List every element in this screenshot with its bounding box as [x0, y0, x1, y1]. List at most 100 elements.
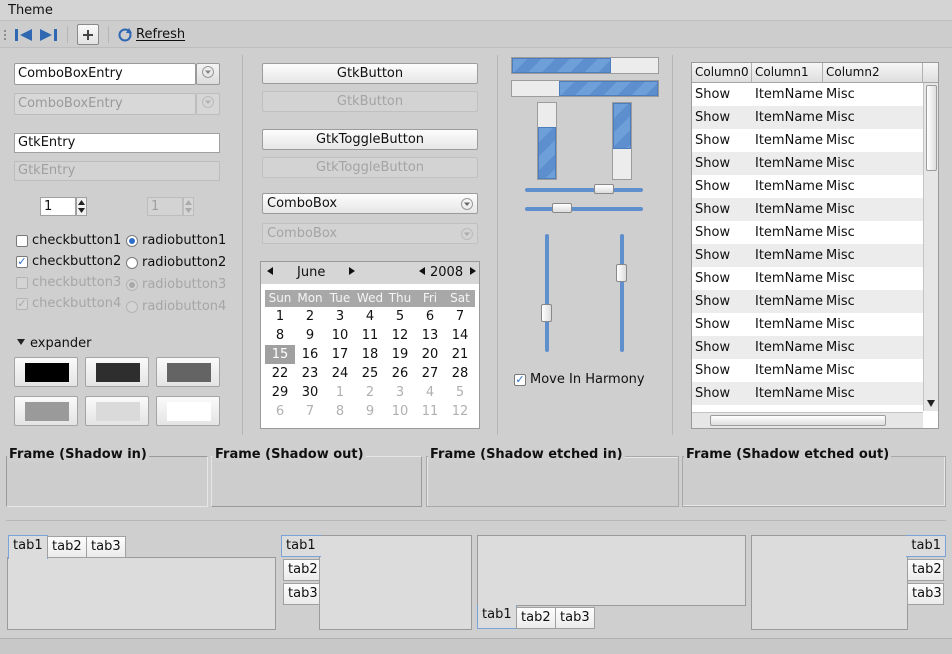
calendar-day[interactable]: 3	[385, 383, 415, 402]
notebook-top-tab2[interactable]: tab2	[47, 536, 87, 558]
calendar-day[interactable]: 12	[445, 402, 475, 421]
move-in-harmony-check[interactable]: ✓ Move In Harmony	[514, 372, 645, 387]
prev-year-icon[interactable]	[417, 265, 427, 281]
calendar-day[interactable]: 20	[415, 345, 445, 364]
calendar-day[interactable]: 12	[385, 326, 415, 345]
color-swatch-white[interactable]	[156, 396, 220, 426]
color-swatch-black[interactable]	[14, 357, 78, 387]
table-row[interactable]: Show ItemName Misc	[692, 175, 923, 198]
gtk-button[interactable]: GtkButton	[262, 63, 478, 84]
hscale-1[interactable]	[525, 184, 643, 196]
calendar-day[interactable]: 28	[445, 364, 475, 383]
column-header-2[interactable]: Column2	[823, 63, 923, 83]
vscale-1[interactable]	[541, 234, 553, 352]
calendar-day[interactable]: 2	[355, 383, 385, 402]
color-swatch-darkgray[interactable]	[85, 357, 149, 387]
calendar-day[interactable]: 5	[445, 383, 475, 402]
tree-hscroll-thumb[interactable]	[710, 415, 886, 426]
vscale-2[interactable]	[616, 234, 628, 352]
notebook-right-tab2[interactable]: tab2	[907, 559, 944, 581]
notebook-top-tab1[interactable]: tab1	[8, 535, 48, 559]
calendar-day[interactable]: 10	[325, 326, 355, 345]
calendar-day[interactable]: 5	[385, 307, 415, 326]
notebook-bottom-tab3[interactable]: tab3	[555, 607, 595, 629]
table-row[interactable]: Show ItemName Misc	[692, 152, 923, 175]
add-icon[interactable]	[77, 24, 99, 45]
tree-vscroll-thumb[interactable]	[926, 85, 937, 171]
calendar-day[interactable]: 11	[415, 402, 445, 421]
calendar-day[interactable]: 11	[355, 326, 385, 345]
calendar-day[interactable]: 4	[355, 307, 385, 326]
notebook-right-tab1[interactable]: tab1	[906, 535, 946, 557]
combobox[interactable]: ComboBox	[262, 193, 478, 214]
checkbutton1[interactable]: checkbutton1	[16, 233, 121, 248]
back-icon[interactable]	[14, 24, 36, 45]
radiobutton1[interactable]: radiobutton1	[126, 233, 226, 248]
radiobutton2[interactable]: radiobutton2	[126, 255, 226, 270]
calendar-day[interactable]: 2	[295, 307, 325, 326]
calendar-day[interactable]: 7	[295, 402, 325, 421]
scroll-down-icon[interactable]	[926, 397, 936, 412]
calendar-day[interactable]: 13	[415, 326, 445, 345]
table-row[interactable]: Show ItemName Misc	[692, 198, 923, 221]
calendar-day[interactable]: 26	[385, 364, 415, 383]
calendar-day[interactable]: 4	[415, 383, 445, 402]
calendar-day[interactable]: 1	[265, 307, 295, 326]
calendar-day[interactable]: 9	[295, 326, 325, 345]
calendar-day[interactable]: 17	[325, 345, 355, 364]
table-row[interactable]: Show ItemName Misc	[692, 129, 923, 152]
vscale-2-thumb[interactable]	[616, 264, 627, 282]
calendar-day[interactable]: 8	[265, 326, 295, 345]
table-row[interactable]: Show ItemName Misc	[692, 83, 923, 106]
calendar-day[interactable]: 29	[265, 383, 295, 402]
calendar-day[interactable]: 19	[385, 345, 415, 364]
calendar-day-selected[interactable]: 15	[265, 345, 295, 364]
calendar-day[interactable]: 8	[325, 402, 355, 421]
checkbutton2[interactable]: ✓ checkbutton2	[16, 254, 121, 269]
notebook-top-tab3[interactable]: tab3	[86, 536, 126, 558]
calendar-day[interactable]: 6	[415, 307, 445, 326]
notebook-right-tab3[interactable]: tab3	[907, 583, 944, 605]
hscale-2-thumb[interactable]	[552, 203, 573, 213]
expander[interactable]: expander	[16, 336, 92, 351]
toolbar-grip[interactable]	[2, 24, 10, 45]
color-swatch-gray[interactable]	[156, 357, 220, 387]
spin-arrows-icon[interactable]	[76, 197, 87, 216]
table-row[interactable]: Show ItemName Misc	[692, 221, 923, 244]
notebook-bottom-tab2[interactable]: tab2	[516, 607, 556, 629]
spin-button[interactable]: 1	[40, 197, 76, 216]
calendar-day[interactable]: 23	[295, 364, 325, 383]
refresh-button[interactable]: Refresh	[117, 24, 187, 45]
color-swatch-lightgray[interactable]	[85, 396, 149, 426]
next-year-icon[interactable]	[468, 265, 478, 281]
tree-vscrollbar[interactable]	[923, 83, 938, 411]
table-row[interactable]: Show ItemName Misc	[692, 290, 923, 313]
gtk-toggle-button[interactable]: GtkToggleButton	[262, 129, 478, 150]
hscale-2[interactable]	[525, 203, 643, 215]
calendar-day[interactable]: 24	[325, 364, 355, 383]
table-row[interactable]: Show ItemName Misc	[692, 336, 923, 359]
table-row[interactable]: Show ItemName Misc	[692, 359, 923, 382]
calendar-day[interactable]: 7	[445, 307, 475, 326]
calendar-day[interactable]: 22	[265, 364, 295, 383]
vscale-1-thumb[interactable]	[541, 304, 552, 322]
calendar[interactable]: June 2008 Sun Mon Tue Wed Thu Fri Sat 1 2 3 4 5 6 7 8 9…	[260, 261, 480, 429]
combobox-entry[interactable]: ComboBoxEntry	[14, 63, 196, 85]
notebook-left-tab2[interactable]: tab2	[283, 559, 320, 581]
notebook-bottom-tab1[interactable]: tab1	[477, 605, 517, 629]
calendar-day[interactable]: 3	[325, 307, 355, 326]
prev-month-icon[interactable]	[265, 265, 275, 281]
table-row[interactable]: Show ItemName Misc	[692, 267, 923, 290]
calendar-day[interactable]: 10	[385, 402, 415, 421]
calendar-day[interactable]: 14	[445, 326, 475, 345]
menu-theme[interactable]: Theme	[8, 3, 53, 18]
tree-view[interactable]: Column0 Column1 Column2 Show ItemName Misc…	[691, 62, 939, 429]
column-header-0[interactable]: Column0	[692, 63, 752, 83]
table-row[interactable]: Show ItemName Misc	[692, 244, 923, 267]
calendar-day[interactable]: 27	[415, 364, 445, 383]
hscale-1-thumb[interactable]	[593, 184, 614, 194]
calendar-grid[interactable]: Sun Mon Tue Wed Thu Fri Sat 1 2 3 4 5 6 7 8 9 10 11 12 13 14…	[265, 290, 475, 421]
calendar-day[interactable]: 25	[355, 364, 385, 383]
calendar-day[interactable]: 16	[295, 345, 325, 364]
notebook-left-tab1[interactable]: tab1	[281, 535, 321, 557]
